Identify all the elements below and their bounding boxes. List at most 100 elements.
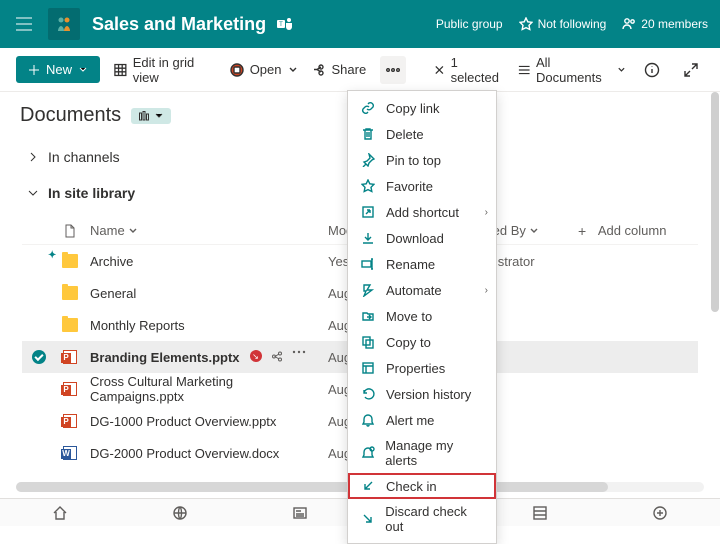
menu-item-label: Download	[386, 231, 444, 246]
file-name[interactable]: Monthly Reports	[90, 318, 185, 333]
vertical-scrollbar[interactable]	[711, 92, 719, 312]
menu-item-star[interactable]: Favorite	[348, 173, 496, 199]
menu-item-copyto[interactable]: Copy to	[348, 329, 496, 355]
waffle-menu-icon[interactable]	[12, 12, 36, 36]
menu-item-label: Favorite	[386, 179, 433, 194]
shortcut-icon	[360, 204, 376, 220]
add-icon[interactable]	[646, 499, 674, 527]
file-name[interactable]: DG-2000 Product Overview.docx	[90, 446, 279, 461]
menu-item-label: Check in	[386, 479, 437, 494]
menu-item-label: Delete	[386, 127, 424, 142]
edit-grid-button[interactable]: Edit in grid view	[114, 55, 216, 85]
new-indicator-icon: ✦	[48, 250, 56, 261]
menu-item-label: Properties	[386, 361, 445, 376]
menu-item-trash[interactable]: Delete	[348, 121, 496, 147]
site-logo[interactable]	[48, 8, 80, 40]
discard-icon	[360, 511, 375, 527]
docx-icon	[56, 446, 84, 460]
row-selected-icon[interactable]	[32, 350, 46, 364]
submenu-chevron-icon: ›	[485, 285, 488, 296]
menu-item-label: Copy link	[386, 101, 439, 116]
menu-item-discard[interactable]: Discard check out	[348, 499, 496, 539]
follow-button[interactable]: Not following	[519, 17, 607, 31]
menu-item-label: Move to	[386, 309, 432, 324]
menu-item-download[interactable]: Download	[348, 225, 496, 251]
new-button[interactable]: New	[16, 56, 100, 83]
managealerts-icon	[360, 445, 375, 461]
teams-icon[interactable]: T	[276, 15, 294, 33]
menu-item-properties[interactable]: Properties	[348, 355, 496, 381]
menu-item-rename[interactable]: Rename	[348, 251, 496, 277]
filetype-column-icon[interactable]	[56, 224, 84, 238]
menu-item-label: Version history	[386, 387, 471, 402]
expand-button[interactable]	[679, 56, 704, 84]
menu-item-alert[interactable]: Alert me	[348, 407, 496, 433]
info-button[interactable]	[640, 56, 665, 84]
view-switcher[interactable]: All Documents	[518, 55, 626, 85]
menu-item-label: Manage my alerts	[385, 438, 484, 468]
rename-icon	[360, 256, 376, 272]
site-header: Sales and Marketing T Public group Not f…	[0, 0, 720, 48]
file-name[interactable]: Archive	[90, 254, 133, 269]
trash-icon	[360, 126, 376, 142]
submenu-chevron-icon: ›	[485, 207, 488, 218]
news-icon[interactable]	[286, 499, 314, 527]
globe-icon[interactable]	[166, 499, 194, 527]
row-more-icon[interactable]	[292, 350, 306, 364]
file-name[interactable]: General	[90, 286, 136, 301]
pin-icon	[360, 152, 376, 168]
open-button[interactable]: Open	[230, 62, 298, 77]
moveto-icon	[360, 308, 376, 324]
command-bar: New Edit in grid view Open Share 1 selec…	[0, 48, 720, 92]
menu-item-label: Automate	[386, 283, 442, 298]
download-icon	[360, 230, 376, 246]
menu-item-managealerts[interactable]: Manage my alerts	[348, 433, 496, 473]
menu-item-label: Add shortcut	[386, 205, 459, 220]
alert-icon	[360, 412, 376, 428]
menu-item-label: Copy to	[386, 335, 431, 350]
menu-item-label: Discard check out	[385, 504, 484, 534]
file-name[interactable]: Branding Elements.pptx	[90, 350, 240, 365]
link-icon	[360, 100, 376, 116]
menu-item-link[interactable]: Copy link	[348, 95, 496, 121]
ppt-icon	[56, 414, 84, 428]
list-icon[interactable]	[526, 499, 554, 527]
checkout-indicator-icon: ↘	[250, 350, 262, 362]
context-menu: Copy link Delete Pin to top Favorite Add sho…	[347, 90, 497, 544]
menu-item-version[interactable]: Version history	[348, 381, 496, 407]
copyto-icon	[360, 334, 376, 350]
name-column-header[interactable]: Name	[84, 223, 328, 238]
selected-count[interactable]: 1 selected	[434, 55, 504, 85]
menu-item-moveto[interactable]: Move to	[348, 303, 496, 329]
menu-item-label: Rename	[386, 257, 435, 272]
menu-item-automate[interactable]: Automate ›	[348, 277, 496, 303]
menu-item-label: Pin to top	[386, 153, 441, 168]
view-chip[interactable]	[131, 108, 171, 124]
share-button[interactable]: Share	[312, 62, 367, 77]
ppt-icon	[56, 350, 84, 364]
folder-icon	[56, 286, 84, 300]
group-type-label: Public group	[436, 17, 503, 31]
star-icon	[360, 178, 376, 194]
more-actions-button[interactable]	[380, 56, 406, 84]
members-button[interactable]: 20 members	[622, 17, 708, 31]
svg-text:T: T	[279, 22, 283, 28]
row-share-icon[interactable]	[270, 350, 284, 364]
home-icon[interactable]	[46, 499, 74, 527]
file-name[interactable]: Cross Cultural Marketing Campaigns.pptx	[90, 374, 328, 404]
menu-item-checkin[interactable]: Check in	[348, 473, 496, 499]
folder-icon: ✦	[56, 254, 84, 268]
site-title[interactable]: Sales and Marketing	[92, 14, 266, 35]
menu-item-pin[interactable]: Pin to top	[348, 147, 496, 173]
page-title: Documents	[20, 104, 121, 127]
menu-item-shortcut[interactable]: Add shortcut ›	[348, 199, 496, 225]
add-column-button[interactable]: + Add column	[578, 223, 698, 238]
version-icon	[360, 386, 376, 402]
menu-item-label: Alert me	[386, 413, 434, 428]
checkin-icon	[360, 478, 376, 494]
ppt-icon	[56, 382, 84, 396]
file-name[interactable]: DG-1000 Product Overview.pptx	[90, 414, 276, 429]
automate-icon	[360, 282, 376, 298]
folder-icon	[56, 318, 84, 332]
properties-icon	[360, 360, 376, 376]
